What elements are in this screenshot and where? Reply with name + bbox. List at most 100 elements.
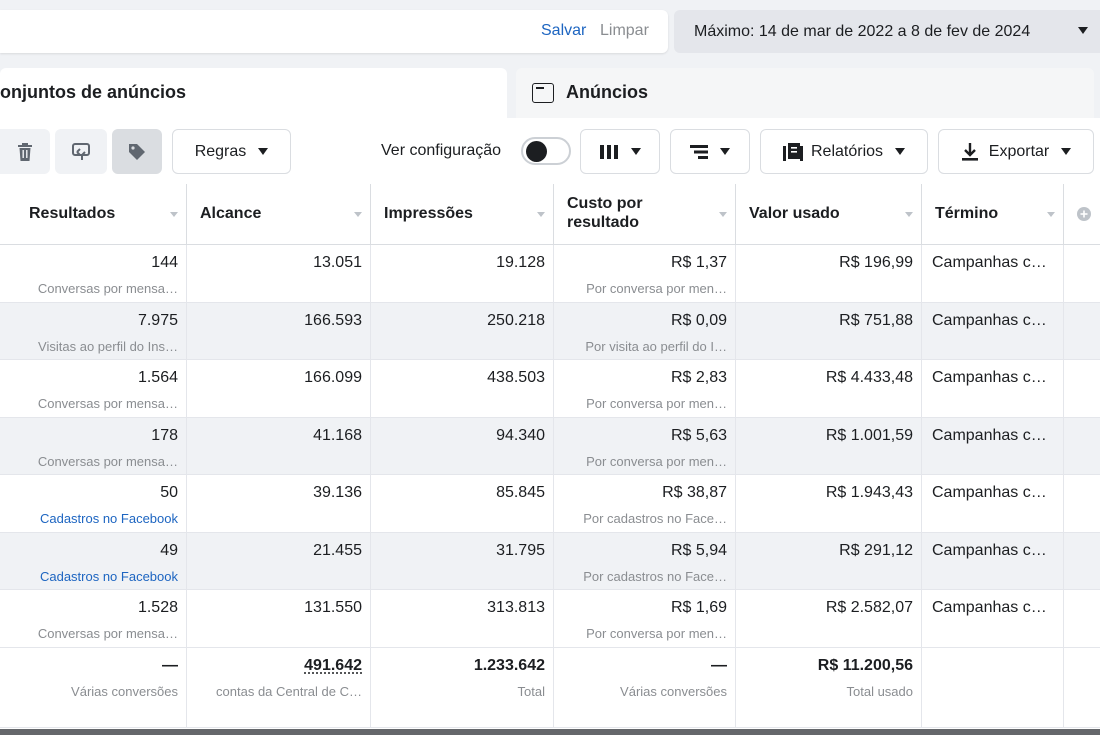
table-cell: Campanhas c… — [922, 475, 1064, 532]
rules-dropdown[interactable]: Regras — [172, 129, 291, 174]
table-cell: 1.233.642 Total — [371, 647, 554, 727]
totals-row[interactable]: — Várias conversões 491.642 contas da Centr… — [0, 647, 1100, 728]
cell-subtext: Cadastros no Facebook — [39, 568, 178, 584]
cell-subtext: Por conversa por men… — [586, 626, 727, 641]
table-cell: — Várias conversões — [554, 647, 736, 727]
export-dropdown[interactable]: Exportar — [938, 129, 1094, 174]
header-label: Alcance — [200, 205, 262, 222]
save-button[interactable]: Salvar — [541, 22, 586, 40]
column-header-impressions[interactable]: Impressões — [371, 184, 554, 245]
column-header-reach[interactable]: Alcance — [187, 184, 371, 245]
table-cell: 250.218 — [371, 302, 554, 359]
cell-subtext: Por conversa por men… — [586, 396, 727, 411]
table-cell: R$ 0,09 Por visita ao perfil do I… — [554, 302, 736, 359]
cell-value: 31.795 — [496, 541, 545, 559]
table-cell — [1064, 245, 1100, 302]
table-cell: 13.051 — [187, 245, 371, 302]
columns-dropdown[interactable] — [580, 129, 660, 174]
table-cell: R$ 5,63 Por conversa por men… — [554, 417, 736, 474]
cell-subtext: Conversas por mensa… — [37, 281, 178, 296]
column-header-cost-per-result[interactable]: Custo por resultado — [554, 184, 736, 245]
table-cell: 1.528 Conversas por mensa… — [0, 590, 187, 647]
table-cell: R$ 11.200,56 Total usado — [736, 647, 922, 727]
view-settings-label: Ver configuração — [381, 142, 502, 159]
header-label: Custo por resultado — [567, 195, 643, 231]
table-cell: Campanhas c… — [922, 360, 1064, 417]
sort-icon — [170, 212, 178, 217]
cell-value: R$ 5,63 — [670, 426, 727, 444]
table-cell — [1064, 533, 1100, 590]
table-row[interactable]: 49 Cadastros no Facebook 21.455 31.795 R$ 5,… — [0, 532, 1100, 590]
column-header-results[interactable]: Resultados — [0, 184, 187, 245]
table-cell: Campanhas c… — [922, 302, 1064, 359]
tab-ads-label: Anúncios — [566, 82, 649, 102]
breakdown-icon — [690, 144, 708, 159]
breakdown-dropdown[interactable] — [670, 129, 750, 174]
header-label: Impressões — [384, 205, 473, 222]
cell-value: 166.099 — [304, 369, 362, 386]
cell-value: R$ 1,37 — [670, 254, 727, 271]
table-row[interactable]: 144 Conversas por mensa… 13.051 19.128 R$ 1,… — [0, 245, 1100, 303]
sort-icon — [905, 212, 913, 217]
sort-icon — [1047, 212, 1055, 217]
reports-dropdown[interactable]: Relatórios — [760, 129, 928, 174]
cell-value: 85.845 — [496, 484, 545, 501]
cell-value: R$ 751,88 — [839, 311, 913, 329]
cell-subtext: Por visita ao perfil do I… — [585, 338, 727, 354]
column-header-amount-spent[interactable]: Valor usado — [736, 184, 922, 245]
cell-value: R$ 1,69 — [670, 599, 727, 616]
sort-icon — [719, 212, 727, 217]
table-row[interactable]: 50 Cadastros no Facebook 39.136 85.845 R$ 38… — [0, 475, 1100, 533]
tab-ads[interactable]: Anúncios — [516, 68, 1094, 118]
cell-subtext: Várias conversões — [71, 683, 178, 699]
delete-button[interactable] — [0, 129, 50, 174]
cell-value: 1.564 — [137, 369, 178, 386]
cell-value: R$ 5,94 — [670, 541, 727, 559]
table-cell: R$ 1,37 Por conversa por men… — [554, 245, 736, 302]
cell-value: Campanhas c… — [932, 541, 1047, 559]
cell-value: Campanhas c… — [932, 369, 1047, 386]
chevron-down-icon — [895, 148, 906, 155]
cell-value: 49 — [160, 541, 178, 559]
cell-value: 50 — [160, 484, 178, 501]
cell-value: 178 — [151, 426, 178, 444]
table-row[interactable]: 1.564 Conversas por mensa… 166.099 438.503 R… — [0, 360, 1100, 418]
table-cell — [1064, 475, 1100, 532]
ad-icon — [532, 83, 554, 103]
tag-icon — [129, 143, 145, 160]
table-cell — [1064, 360, 1100, 417]
header-label: Término — [935, 205, 999, 222]
cell-value: Campanhas c… — [932, 311, 1047, 329]
trash-icon — [18, 142, 32, 161]
tag-button[interactable] — [112, 129, 162, 174]
cell-value: 13.051 — [313, 254, 362, 271]
view-settings-toggle[interactable] — [521, 137, 571, 165]
download-icon — [961, 142, 978, 161]
table-row[interactable]: 7.975 Visitas ao perfil do Ins… 166.593 250… — [0, 302, 1100, 360]
table-cell: 19.128 — [371, 245, 554, 302]
clear-button[interactable]: Limpar — [600, 22, 649, 40]
header-label: Valor usado — [749, 205, 840, 222]
table-row[interactable]: 178 Conversas por mensa… 41.168 94.340 R$ 5,… — [0, 417, 1100, 475]
cell-value: Campanhas c… — [932, 484, 1047, 501]
tab-ad-sets[interactable]: onjuntos de anúncios — [0, 68, 507, 118]
tab-ad-sets-label: onjuntos de anúncios — [0, 82, 187, 102]
add-column-button[interactable] — [1064, 184, 1100, 245]
horizontal-scrollbar[interactable] — [0, 729, 1100, 735]
rules-label: Regras — [194, 142, 247, 160]
table-cell: Campanhas c… — [922, 245, 1064, 302]
columns-icon — [600, 144, 618, 159]
chevron-down-icon — [720, 148, 730, 155]
cell-value: 166.593 — [304, 311, 362, 329]
date-range-selector[interactable]: Máximo: 14 de mar de 2022 a 8 de fev de … — [674, 10, 1100, 53]
cell-value: 131.550 — [304, 599, 362, 616]
cell-value: 313.813 — [487, 599, 545, 616]
swap-button[interactable] — [55, 129, 107, 174]
cell-value: R$ 11.200,56 — [817, 656, 913, 674]
cell-subtext: Total — [517, 683, 545, 699]
cell-subtext: Várias conversões — [620, 683, 727, 699]
cell-value: Campanhas c… — [932, 254, 1047, 271]
table-row[interactable]: 1.528 Conversas por mensa… 131.550 313.813 R… — [0, 590, 1100, 648]
table-cell: 166.593 — [187, 302, 371, 359]
column-header-ends[interactable]: Término — [922, 184, 1064, 245]
